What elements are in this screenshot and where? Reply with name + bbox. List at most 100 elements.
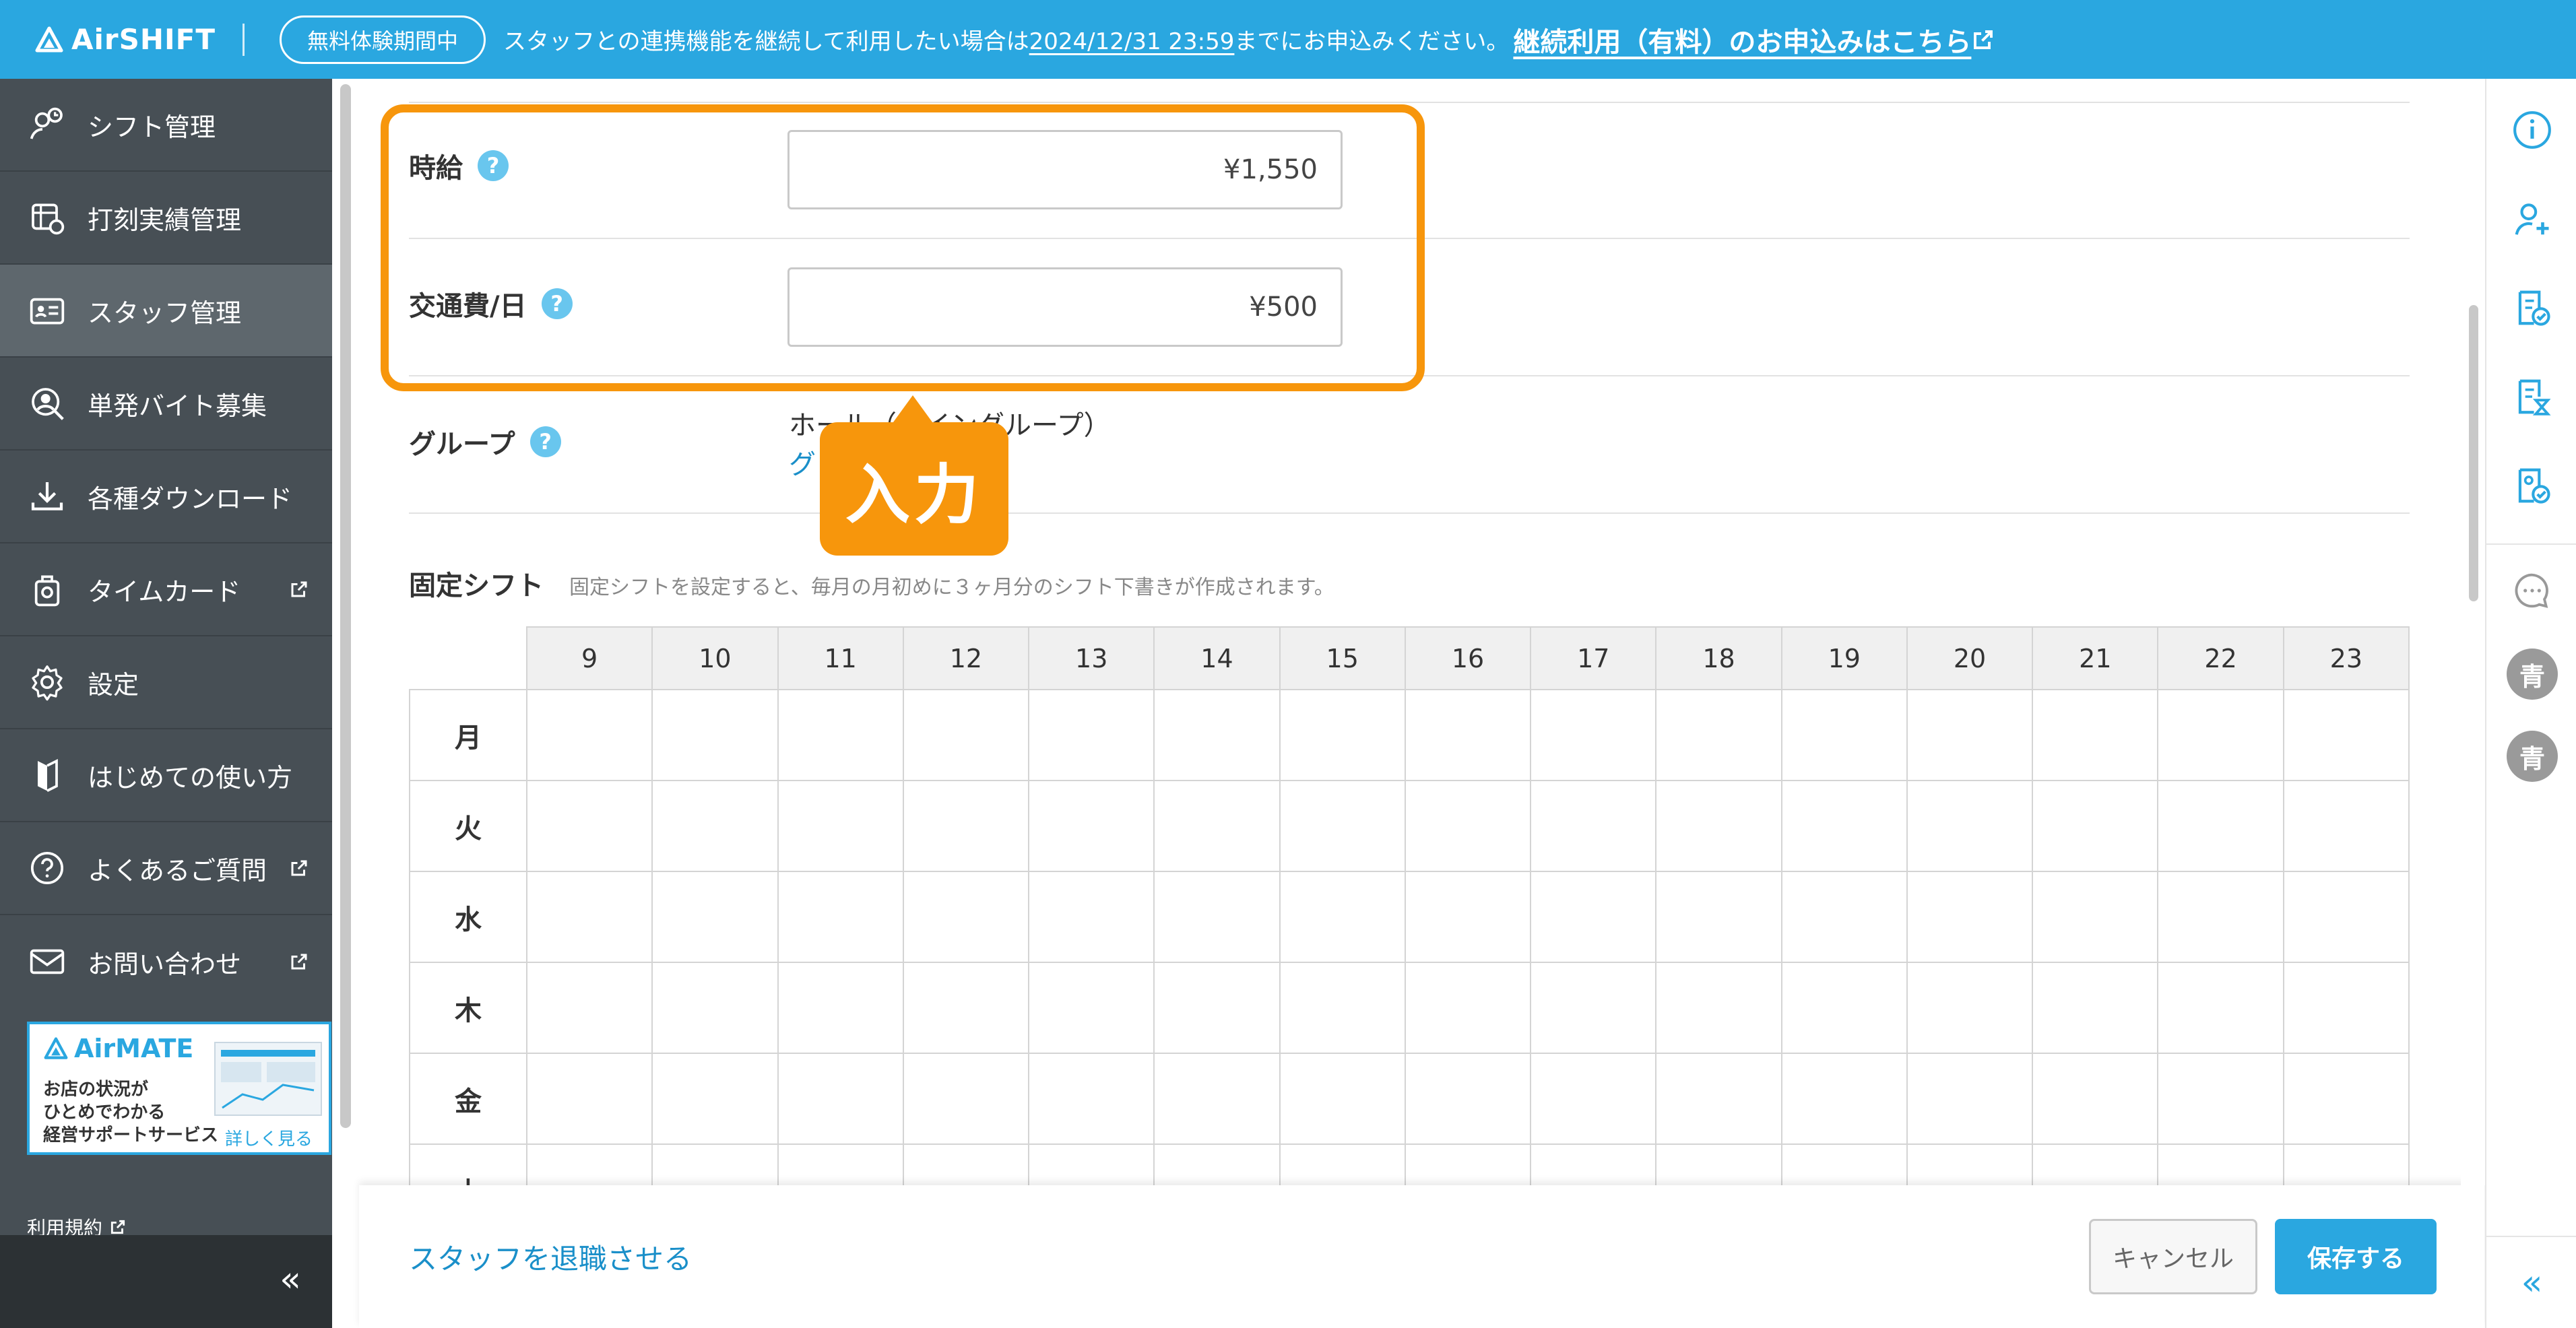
shift-cell[interactable] xyxy=(1153,871,1281,963)
shift-cell[interactable] xyxy=(1780,780,1908,872)
shift-cell[interactable] xyxy=(2032,689,2159,781)
sidebar-item-recruit[interactable]: 単発バイト募集 xyxy=(0,358,332,451)
shift-cell[interactable] xyxy=(1028,780,1155,872)
document-check-icon[interactable] xyxy=(2505,281,2559,335)
shift-cell[interactable] xyxy=(2157,689,2284,781)
shift-cell[interactable] xyxy=(777,1053,904,1145)
shift-cell[interactable] xyxy=(651,871,779,963)
shift-cell[interactable] xyxy=(1655,962,1782,1054)
shift-cell[interactable] xyxy=(1906,962,2034,1054)
shift-cell[interactable] xyxy=(651,962,779,1054)
shift-cell[interactable] xyxy=(902,871,1030,963)
shift-cell[interactable] xyxy=(2282,962,2410,1054)
subscribe-link[interactable]: 継続利用（有料）のお申込みはこちら xyxy=(1513,20,1995,59)
shift-cell[interactable] xyxy=(651,780,779,872)
add-user-icon[interactable] xyxy=(2505,192,2559,246)
shift-cell[interactable] xyxy=(902,962,1030,1054)
shift-cell[interactable] xyxy=(1404,871,1532,963)
save-button[interactable]: 保存する xyxy=(2275,1219,2437,1294)
shift-cell[interactable] xyxy=(1279,962,1406,1054)
shift-cell[interactable] xyxy=(2032,1053,2159,1145)
logo[interactable]: AirSHIFT xyxy=(35,23,216,56)
shift-cell[interactable] xyxy=(1530,780,1657,872)
shift-cell[interactable] xyxy=(777,871,904,963)
shift-cell[interactable] xyxy=(1780,962,1908,1054)
shift-cell[interactable] xyxy=(1906,780,2034,872)
sidebar-item-guide[interactable]: はじめての使い方 xyxy=(0,729,332,822)
shift-cell[interactable] xyxy=(1028,962,1155,1054)
shift-cell[interactable] xyxy=(1153,689,1281,781)
cancel-button[interactable]: キャンセル xyxy=(2089,1219,2257,1294)
shift-cell[interactable] xyxy=(525,780,653,872)
shift-cell[interactable] xyxy=(2157,780,2284,872)
sidebar-item-timecard[interactable]: タイムカード xyxy=(0,543,332,636)
document-hourglass-icon[interactable] xyxy=(2505,370,2559,424)
shift-cell[interactable] xyxy=(1279,689,1406,781)
shift-cell[interactable] xyxy=(1906,1053,2034,1145)
shift-cell[interactable] xyxy=(1404,962,1532,1054)
sidebar-item-settings[interactable]: 設定 xyxy=(0,636,332,729)
avatar[interactable]: 青 xyxy=(2507,731,2558,782)
shift-cell[interactable] xyxy=(1780,1053,1908,1145)
shift-cell[interactable] xyxy=(1404,780,1532,872)
shift-cell[interactable] xyxy=(1530,962,1657,1054)
shift-cell[interactable] xyxy=(2282,1053,2410,1145)
rail-collapse-button[interactable]: « xyxy=(2486,1236,2576,1328)
shift-cell[interactable] xyxy=(1530,689,1657,781)
shift-cell[interactable] xyxy=(1655,1053,1782,1145)
shift-cell[interactable] xyxy=(2157,1053,2284,1145)
resign-staff-link[interactable]: スタッフを退職させる xyxy=(409,1236,692,1277)
shift-cell[interactable] xyxy=(651,689,779,781)
chat-icon[interactable] xyxy=(2505,564,2559,618)
shift-cell[interactable] xyxy=(777,780,904,872)
sidebar-item-faq[interactable]: よくあるご質問 xyxy=(0,822,332,915)
shift-cell[interactable] xyxy=(2157,871,2284,963)
shift-cell[interactable] xyxy=(902,689,1030,781)
shift-cell[interactable] xyxy=(902,780,1030,872)
shift-cell[interactable] xyxy=(2032,780,2159,872)
shift-cell[interactable] xyxy=(2157,962,2284,1054)
shift-cell[interactable] xyxy=(1530,871,1657,963)
avatar[interactable]: 青 xyxy=(2507,649,2558,700)
shift-cell[interactable] xyxy=(902,1053,1030,1145)
shift-cell[interactable] xyxy=(2282,871,2410,963)
shift-cell[interactable] xyxy=(1655,780,1782,872)
sidebar-item-download[interactable]: 各種ダウンロード xyxy=(0,451,332,543)
shift-cell[interactable] xyxy=(525,871,653,963)
sidebar-item-shift[interactable]: シフト管理 xyxy=(0,79,332,172)
shift-cell[interactable] xyxy=(2282,780,2410,872)
help-icon[interactable]: ? xyxy=(529,426,561,457)
shift-cell[interactable] xyxy=(1906,689,2034,781)
main-scrollbar[interactable] xyxy=(2461,79,2485,1185)
sidebar-scrollbar[interactable] xyxy=(332,79,359,1328)
shift-cell[interactable] xyxy=(1530,1053,1657,1145)
airmate-ad-banner[interactable]: AirMATE お店の状況が ひとめでわかる 経営サポートサービス 詳しく見る xyxy=(27,1022,331,1155)
sidebar-item-contact[interactable]: お問い合わせ xyxy=(0,915,332,1008)
shift-cell[interactable] xyxy=(1028,871,1155,963)
shift-cell[interactable] xyxy=(2282,689,2410,781)
shift-cell[interactable] xyxy=(1279,780,1406,872)
shift-cell[interactable] xyxy=(1906,871,2034,963)
shift-cell[interactable] xyxy=(777,689,904,781)
shift-cell[interactable] xyxy=(1780,871,1908,963)
shift-cell[interactable] xyxy=(1404,689,1532,781)
shift-cell[interactable] xyxy=(1279,1053,1406,1145)
shift-cell[interactable] xyxy=(1153,1053,1281,1145)
shift-cell[interactable] xyxy=(651,1053,779,1145)
shift-cell[interactable] xyxy=(2032,962,2159,1054)
document-user-check-icon[interactable] xyxy=(2505,459,2559,512)
shift-cell[interactable] xyxy=(1028,689,1155,781)
shift-cell[interactable] xyxy=(1153,962,1281,1054)
shift-cell[interactable] xyxy=(1655,871,1782,963)
group-edit-link[interactable]: グ xyxy=(789,442,816,482)
sidebar-scrollbar-thumb[interactable] xyxy=(340,84,351,1128)
shift-cell[interactable] xyxy=(1028,1053,1155,1145)
shift-cell[interactable] xyxy=(1780,689,1908,781)
shift-cell[interactable] xyxy=(525,689,653,781)
shift-cell[interactable] xyxy=(1404,1053,1532,1145)
shift-cell[interactable] xyxy=(777,962,904,1054)
shift-cell[interactable] xyxy=(2032,871,2159,963)
shift-cell[interactable] xyxy=(525,962,653,1054)
info-icon[interactable] xyxy=(2505,103,2559,157)
shift-cell[interactable] xyxy=(525,1053,653,1145)
